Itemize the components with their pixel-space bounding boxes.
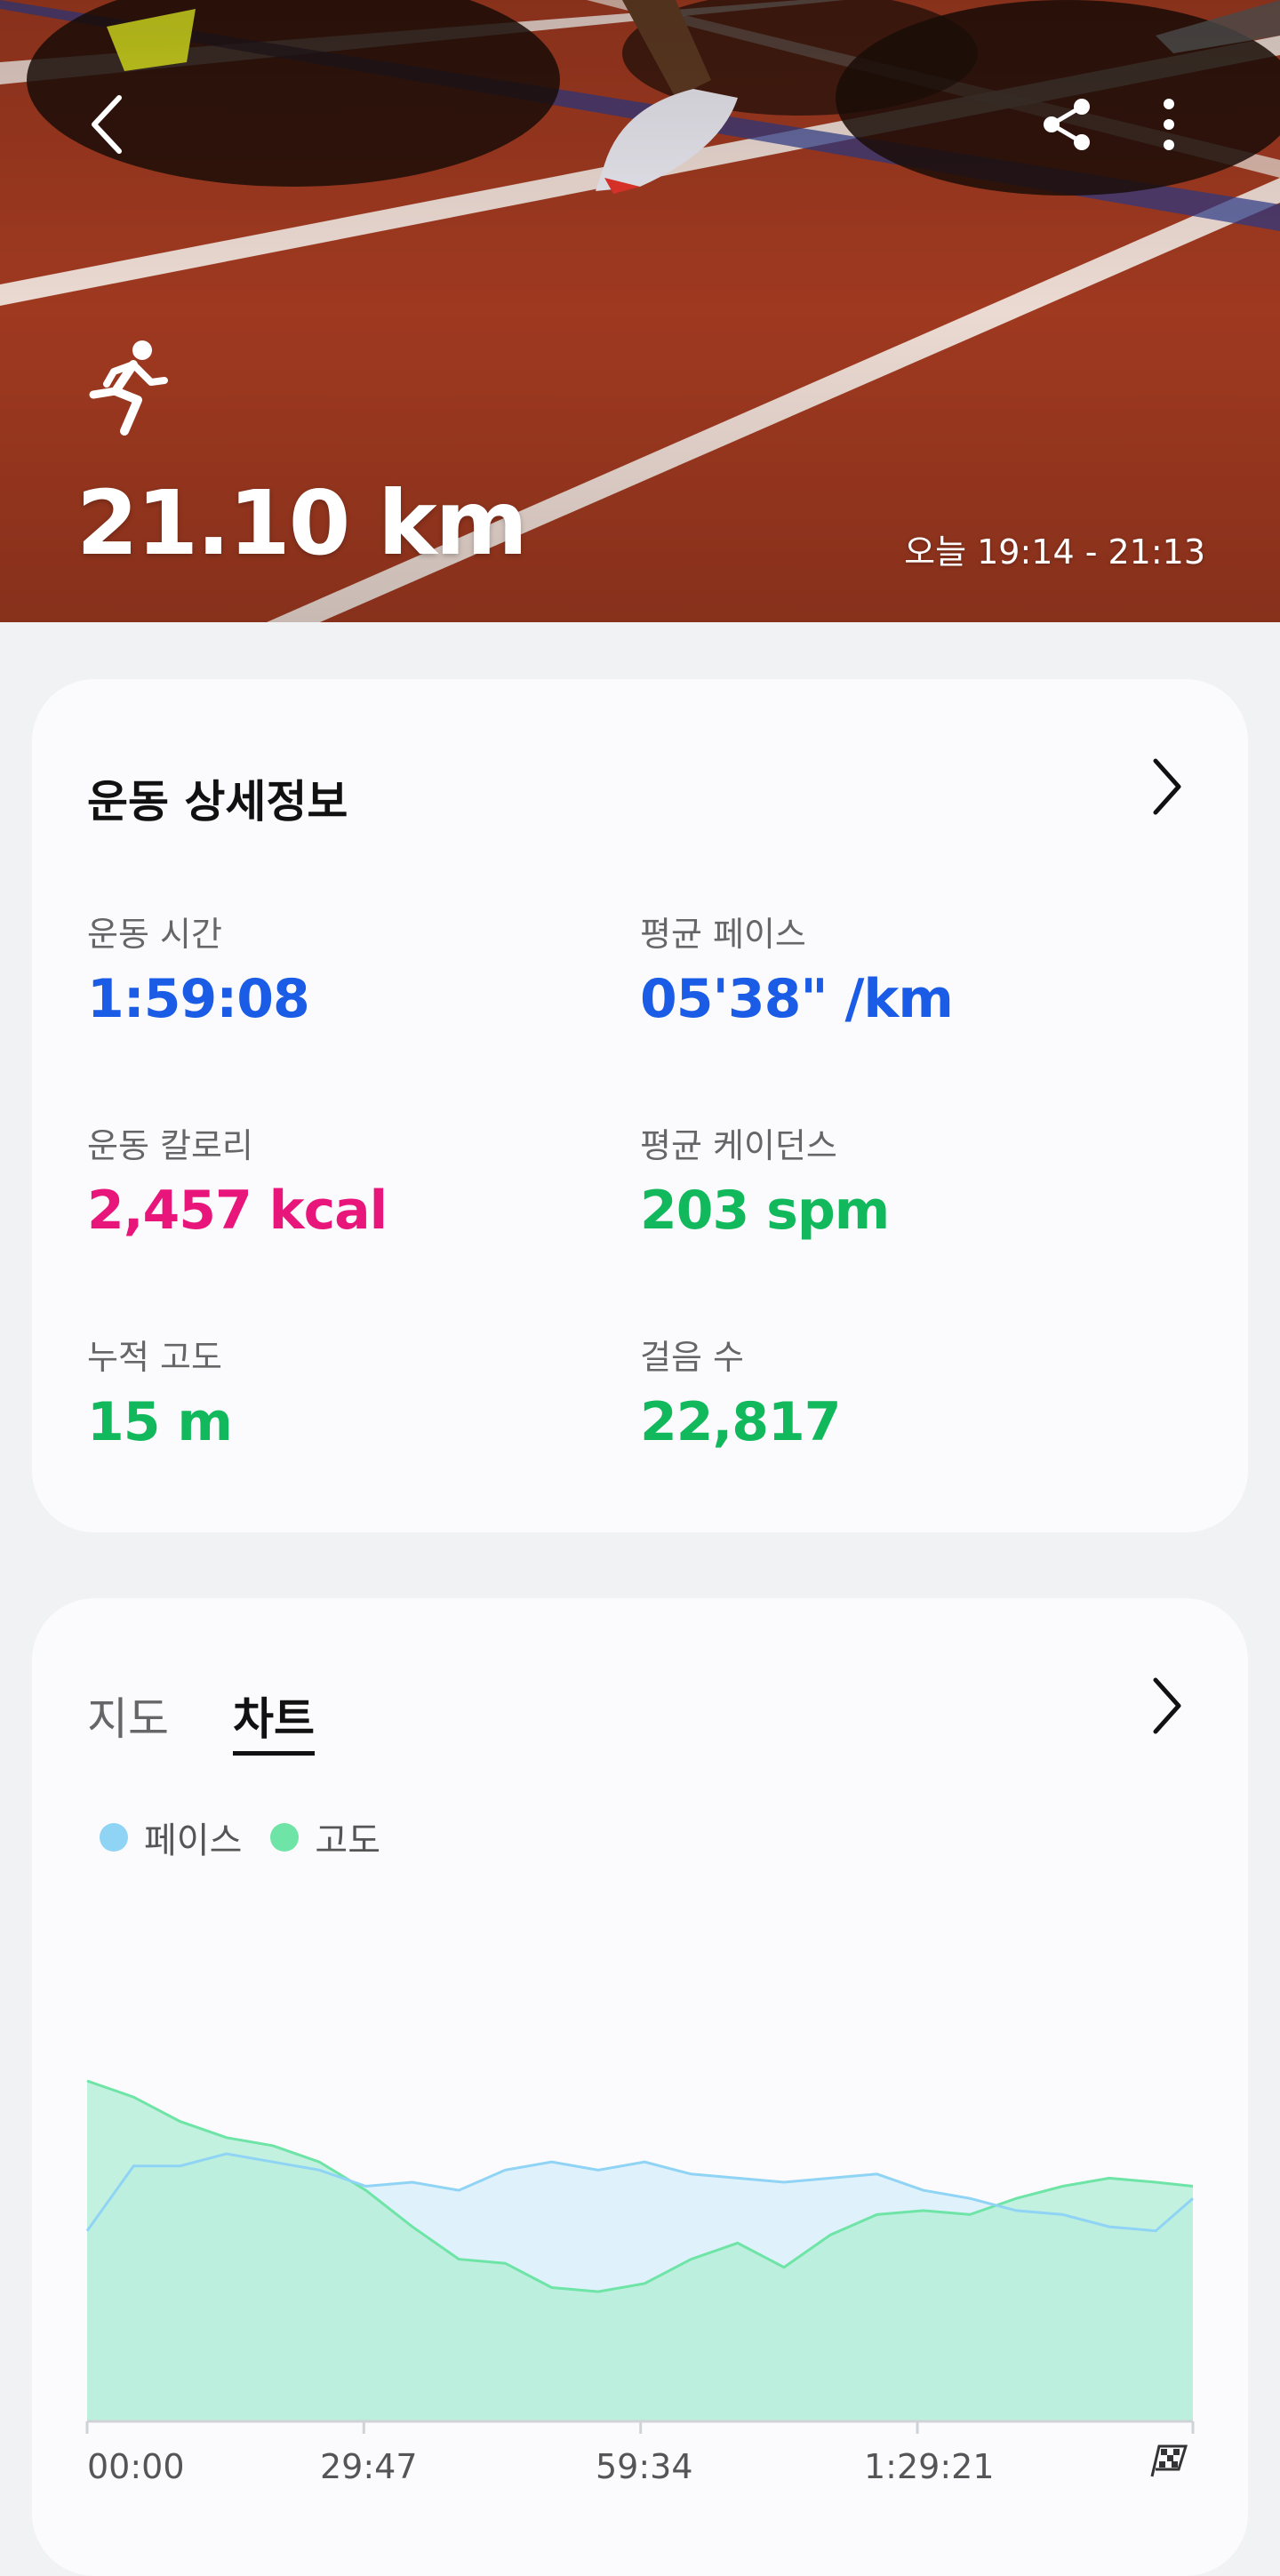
workout-details-card[interactable]: 운동 상세정보 운동 시간 1:59:08 평균 페이스 05'38" /km …	[32, 679, 1248, 1532]
details-title: 운동 상세정보	[87, 776, 348, 828]
stat-value: 15 m	[87, 1391, 233, 1453]
back-icon	[92, 95, 122, 154]
hero-banner: 21.10 km 오늘 19:14 - 21:13	[0, 0, 1280, 622]
stat-label: 걸음 수	[640, 1338, 744, 1377]
stat-calories: 운동 칼로리 2,457 kcal	[87, 1118, 388, 1242]
x-tick-label: 29:47	[320, 2447, 418, 2486]
finish-flag-icon	[1150, 2444, 1188, 2477]
stat-value: 2,457 kcal	[87, 1180, 388, 1242]
stat-label: 운동 시간	[87, 915, 222, 954]
stat-value: 1:59:08	[87, 968, 310, 1030]
stat-label: 누적 고도	[87, 1338, 222, 1377]
share-button[interactable]	[1036, 93, 1098, 156]
stat-value: 203 spm	[640, 1180, 890, 1242]
distance-value: 21.10 km	[76, 471, 528, 575]
stat-avg-pace: 평균 페이스 05'38" /km	[640, 907, 954, 1030]
stat-steps: 걸음 수 22,817	[640, 1330, 842, 1453]
chart-card: 지도 차트 페이스 고도 00:00 29:47 59:34 1:29:21	[32, 1598, 1248, 2576]
back-button[interactable]	[80, 89, 137, 160]
share-icon	[1044, 99, 1090, 150]
stat-duration: 운동 시간 1:59:08	[87, 907, 310, 1030]
stat-elevation-gain: 누적 고도 15 m	[87, 1330, 233, 1453]
stat-avg-cadence: 평균 케이던스 203 spm	[640, 1118, 890, 1242]
stat-value: 05'38" /km	[640, 968, 954, 1030]
stat-label: 평균 페이스	[640, 915, 806, 954]
stat-value: 22,817	[640, 1391, 842, 1453]
more-options-button[interactable]	[1147, 93, 1191, 156]
pace-elevation-chart	[85, 2079, 1195, 2434]
x-tick-label: 1:29:21	[864, 2447, 995, 2486]
running-icon	[89, 340, 168, 436]
more-vert-icon	[1164, 99, 1174, 150]
x-tick-label: 00:00	[87, 2447, 185, 2486]
stat-label: 운동 칼로리	[87, 1126, 253, 1165]
workout-time-range: 오늘 19:14 - 21:13	[904, 532, 1205, 572]
x-tick-label: 59:34	[596, 2447, 693, 2486]
stat-label: 평균 케이던스	[640, 1126, 837, 1165]
chevron-right-icon[interactable]	[1147, 756, 1186, 818]
